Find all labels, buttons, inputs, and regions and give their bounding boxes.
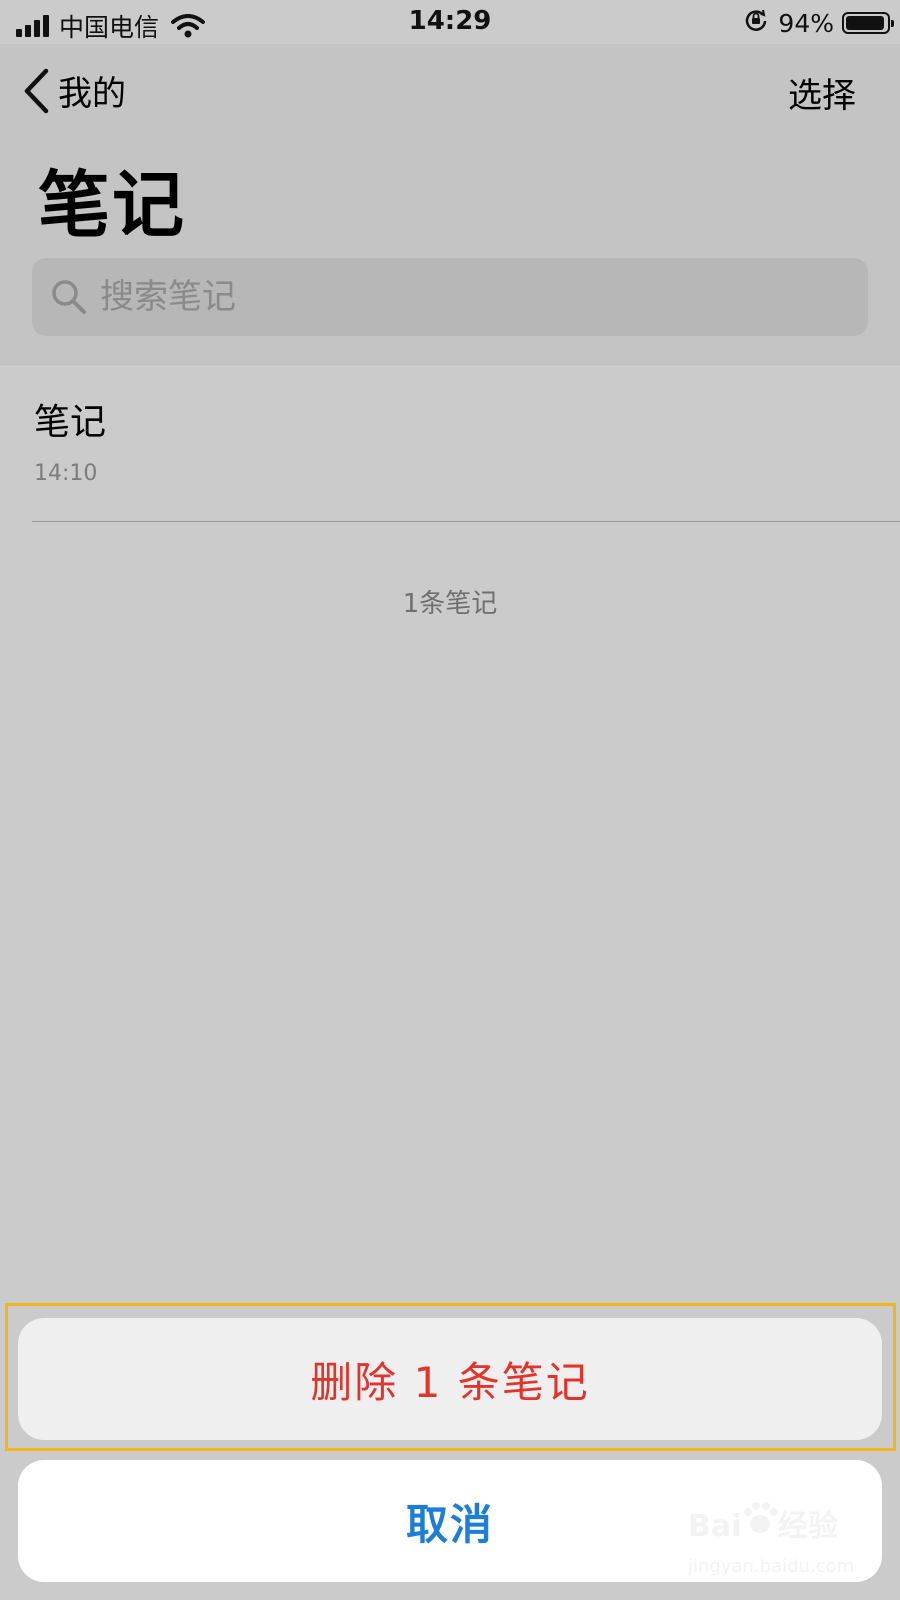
notes-count: 1条笔记 — [402, 589, 498, 619]
search-bar[interactable] — [32, 258, 868, 336]
select-button[interactable]: 选择 — [788, 68, 856, 117]
battery-percent: 94% — [778, 8, 834, 38]
search-input[interactable] — [100, 277, 800, 317]
back-button[interactable]: 我的 — [22, 66, 126, 115]
status-bar: 中国电信 14:29 94% — [0, 0, 900, 44]
svg-text:Bai: Bai — [688, 1509, 741, 1544]
nav-bar: 我的 选择 — [0, 44, 900, 136]
list-divider — [32, 521, 900, 522]
baidu-watermark-logo: Bai 经验 jingyan.baidu.com — [688, 1500, 888, 1590]
note-title: 笔记 — [34, 402, 107, 443]
list-item[interactable]: 笔记 14:10 — [0, 365, 900, 521]
svg-text:jingyan.baidu.com: jingyan.baidu.com — [688, 1556, 854, 1577]
header-area: 我的 选择 笔记 — [0, 44, 900, 364]
svg-text:经验: 经验 — [778, 1509, 838, 1544]
battery-fill — [846, 16, 884, 30]
delete-notes-button[interactable]: 删除 1 条笔记 — [18, 1318, 882, 1440]
note-time: 14:10 — [34, 461, 98, 486]
chevron-left-icon — [22, 68, 50, 114]
status-right: 94% — [744, 8, 894, 38]
page-title: 笔记 — [38, 163, 187, 247]
battery-icon — [842, 12, 894, 34]
search-icon — [50, 278, 88, 316]
back-label: 我的 — [58, 74, 126, 114]
lock-rotation-icon — [744, 8, 768, 38]
